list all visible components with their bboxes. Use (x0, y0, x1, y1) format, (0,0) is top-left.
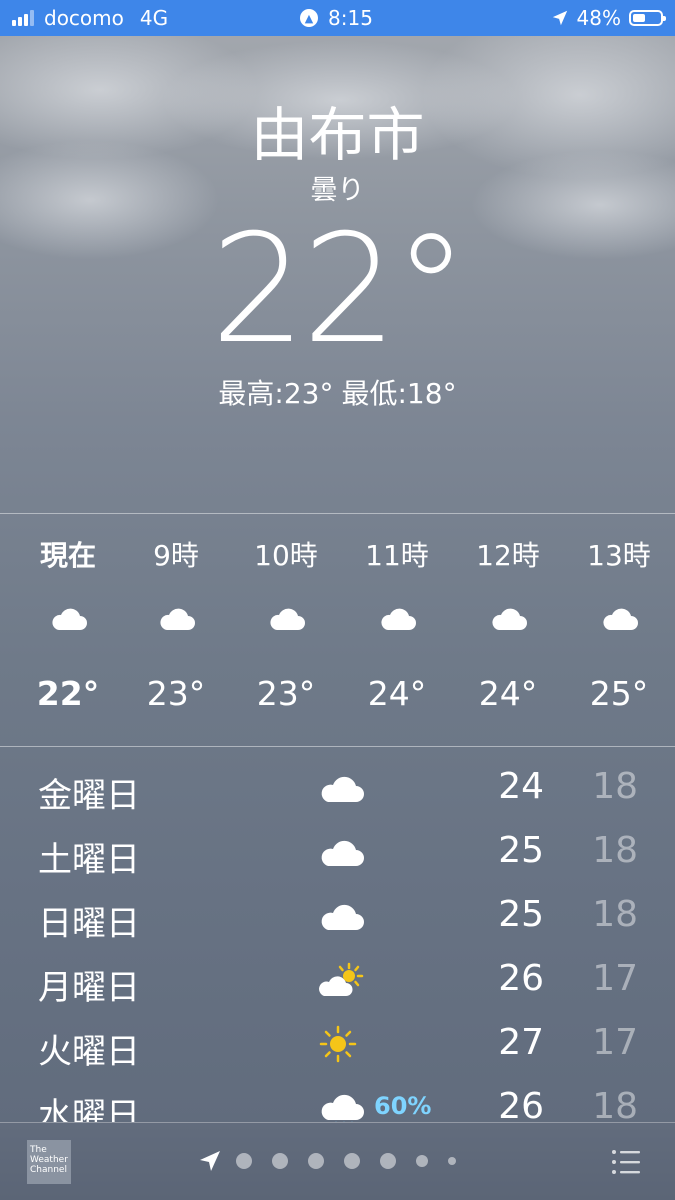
location-arrow-icon[interactable] (198, 1149, 222, 1173)
high-low-temperature: 最高:23° 最低:18° (0, 372, 675, 412)
divider (0, 746, 675, 747)
day-high: 25 (498, 830, 544, 871)
sun-icon (319, 1025, 357, 1063)
day-high: 25 (498, 894, 544, 935)
cloud-icon (492, 608, 527, 630)
city-name: 由布市 (250, 101, 425, 169)
cloud-icon (381, 608, 416, 630)
day-low: 17 (592, 958, 638, 999)
page-dot[interactable] (236, 1153, 252, 1169)
day-low: 17 (592, 1022, 638, 1063)
bottom-toolbar: The Weather Channel (0, 1122, 675, 1200)
partly-sunny-icon (319, 962, 364, 996)
clock: 8:15 (328, 6, 373, 30)
cloud-icon (603, 608, 638, 630)
page-dot[interactable] (416, 1155, 428, 1167)
hour-item: 10時 23° (230, 514, 342, 746)
day-row: 土曜日 25 18 (0, 818, 675, 882)
battery-level (633, 14, 645, 22)
hour-label: 11時 (365, 539, 429, 572)
day-low: 18 (592, 830, 638, 871)
day-row: 火曜日 27 17 (0, 1010, 675, 1074)
orientation-lock-icon: ▲ (300, 9, 318, 27)
day-low: 18 (592, 1086, 638, 1122)
precipitation-chance: 60% (374, 1092, 432, 1120)
battery-percent: 48% (576, 6, 621, 30)
hour-label: 10時 (254, 539, 318, 572)
day-high: 27 (498, 1022, 544, 1063)
hour-temperature: 23° (256, 674, 316, 713)
hour-label: 12時 (476, 539, 540, 572)
page-dot[interactable] (308, 1153, 324, 1169)
low-temperature: 最低:18° (341, 377, 457, 410)
hour-item: 現在 22° (12, 514, 124, 746)
rain-cloud-icon (321, 1094, 364, 1122)
hour-item: 12時 24° (452, 514, 564, 746)
day-name: 日曜日 (38, 904, 140, 944)
current-condition: 曇り (310, 175, 365, 206)
network-type: 4G (139, 6, 169, 30)
page-indicator[interactable] (198, 1149, 476, 1173)
daily-forecast[interactable]: 金曜日 24 18 土曜日 25 18 日曜日 25 18 月曜日 26 17 (0, 752, 675, 1122)
hourly-forecast[interactable]: 現在 22° 9時 23° 10時 23° 11時 24° 12時 24° 13… (0, 514, 675, 746)
current-temperature: 22° (210, 203, 469, 377)
hour-temperature: 22° (36, 674, 100, 713)
hour-label: 9時 (153, 539, 199, 572)
day-high: 26 (498, 1086, 544, 1122)
page-dot[interactable] (272, 1153, 288, 1169)
list-icon[interactable] (610, 1147, 642, 1177)
high-temperature: 最高:23° (218, 377, 334, 410)
status-bar: docomo 4G ▲ 8:15 48% (0, 0, 675, 36)
hour-temperature: 24° (367, 674, 427, 713)
day-low: 18 (592, 766, 638, 807)
cloud-icon (321, 904, 364, 930)
day-high: 24 (498, 766, 544, 807)
battery-icon (629, 10, 666, 26)
weather-channel-logo[interactable]: The Weather Channel (27, 1140, 71, 1184)
day-row: 月曜日 26 17 (0, 946, 675, 1010)
cloud-icon (321, 840, 364, 866)
day-low: 18 (592, 894, 638, 935)
page-dot[interactable] (380, 1153, 396, 1169)
day-row: 日曜日 25 18 (0, 882, 675, 946)
location-services-icon (552, 10, 567, 26)
day-name: 土曜日 (38, 840, 140, 880)
hour-label: 13時 (587, 539, 651, 572)
carrier-name: docomo (44, 6, 124, 30)
hour-label: 現在 (39, 539, 96, 572)
day-name: 月曜日 (38, 968, 140, 1008)
cloud-icon (270, 608, 305, 630)
cloud-icon (52, 608, 87, 630)
hour-temperature: 24° (478, 674, 538, 713)
hour-temperature: 23° (146, 674, 206, 713)
day-name: 金曜日 (38, 776, 140, 816)
day-row: 金曜日 24 18 (0, 754, 675, 818)
hour-temperature: 25° (589, 674, 649, 713)
cloud-icon (160, 608, 195, 630)
day-row: 水曜日 60% 26 18 (0, 1074, 675, 1122)
hour-item: 11時 24° (341, 514, 453, 746)
day-name: 水曜日 (38, 1096, 140, 1122)
page-dot[interactable] (448, 1157, 456, 1165)
hour-item: 9時 23° (120, 514, 232, 746)
day-high: 26 (498, 958, 544, 999)
hour-item: 13時 25° (563, 514, 675, 746)
cloud-icon (321, 776, 364, 802)
page-dot[interactable] (344, 1153, 360, 1169)
signal-strength-icon (12, 10, 36, 26)
day-name: 火曜日 (38, 1032, 140, 1072)
